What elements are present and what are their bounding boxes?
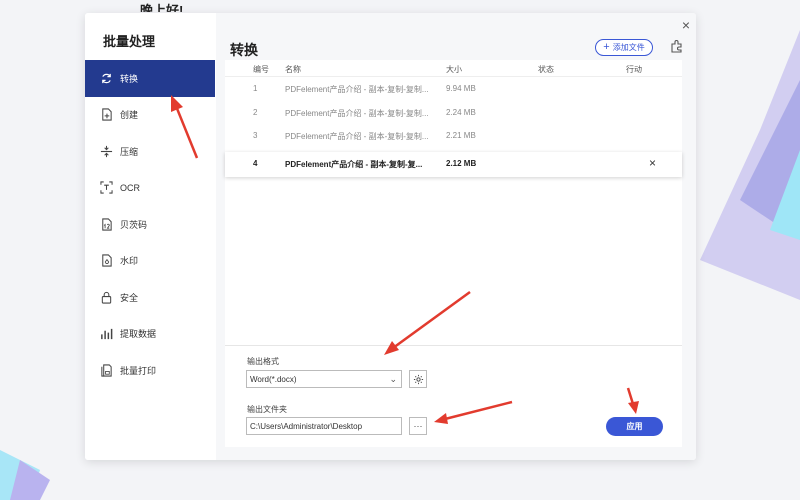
sidebar-item-label: 转换 (120, 73, 139, 84)
row-size: 9.94 MB (446, 84, 476, 93)
convert-icon (99, 71, 113, 85)
sidebar-item-compress[interactable]: 压缩 (85, 133, 215, 170)
row-index: 3 (253, 131, 258, 140)
sidebar-item-bates[interactable]: 贝茨码 (85, 206, 215, 243)
column-name: 名称 (285, 65, 301, 74)
sidebar-item-label: 提取数据 (120, 329, 157, 340)
sidebar-item-label: OCR (120, 182, 140, 193)
row-size: 2.21 MB (446, 131, 476, 140)
remove-file-icon[interactable]: × (649, 156, 656, 170)
sidebar-item-batch-print[interactable]: 批量打印 (85, 352, 215, 389)
sidebar-item-label: 创建 (120, 110, 139, 121)
column-size: 大小 (446, 65, 462, 74)
row-index: 2 (253, 107, 258, 117)
sidebar-item-watermark[interactable]: 水印 (85, 243, 215, 280)
create-icon (99, 108, 113, 122)
sidebar-item-extract-data[interactable]: 提取数据 (85, 316, 215, 353)
output-format-select[interactable]: Word(*.docx) ⌄ (246, 370, 402, 388)
table-row[interactable]: 1 PDFelement产品介绍 - 副本-复制-复制... 9.94 MB (225, 78, 682, 102)
compress-icon (99, 144, 113, 158)
main-panel: × 转换 + 添加文件 编号 名称 大小 状态 行动 1 PDFelement产… (216, 13, 696, 460)
column-status: 状态 (538, 65, 554, 74)
file-list-panel: 编号 名称 大小 状态 行动 1 PDFelement产品介绍 - 副本-复制-… (225, 60, 682, 447)
plus-icon: + (603, 41, 610, 53)
table-row-selected[interactable]: 4 PDFelement产品介绍 - 副本-复制-复... 2.12 MB × (225, 151, 682, 177)
print-icon (99, 363, 113, 377)
divider (225, 345, 682, 346)
format-settings-button[interactable] (409, 370, 427, 388)
page-title: 转换 (230, 42, 258, 58)
row-name: PDFelement产品介绍 - 副本-复制-复... (285, 159, 423, 169)
bates-icon (99, 217, 113, 231)
browse-folder-button[interactable]: ··· (409, 417, 427, 435)
plugin-icon[interactable] (670, 39, 684, 53)
row-index: 4 (253, 158, 258, 168)
row-index: 1 (253, 84, 258, 93)
file-rows: 1 PDFelement产品介绍 - 副本-复制-复制... 9.94 MB 2… (225, 78, 682, 177)
extract-data-icon (99, 327, 113, 341)
sidebar-item-convert[interactable]: 转换 (85, 60, 215, 97)
column-index: 编号 (253, 65, 269, 74)
apply-button[interactable]: 应用 (606, 417, 663, 436)
sidebar-item-label: 压缩 (120, 146, 139, 157)
greeting-text: 晚上好! (140, 3, 184, 12)
table-row[interactable]: 3 PDFelement产品介绍 - 副本-复制-复制... 2.21 MB (225, 125, 682, 149)
sidebar-item-label: 批量打印 (120, 365, 157, 376)
row-name: PDFelement产品介绍 - 副本-复制-复制... (285, 108, 429, 118)
output-format-value: Word(*.docx) (250, 374, 297, 384)
sidebar-item-label: 水印 (120, 256, 139, 267)
output-folder-label: 输出文件夹 (247, 405, 287, 414)
batch-process-dialog: 批量处理 转换 创建 压缩 OCR 贝茨码 水印 安全 提取数据 批量打印 × … (85, 13, 696, 460)
watermark-icon (99, 254, 113, 268)
sidebar-item-security[interactable]: 安全 (85, 279, 215, 316)
sidebar-item-create[interactable]: 创建 (85, 97, 215, 134)
sidebar-nav: 转换 创建 压缩 OCR 贝茨码 水印 安全 提取数据 批量打印 (85, 60, 215, 389)
chevron-down-icon: ⌄ (389, 374, 397, 384)
ocr-icon (99, 181, 113, 195)
output-format-label: 输出格式 (247, 357, 279, 366)
sidebar-item-ocr[interactable]: OCR (85, 170, 215, 207)
sidebar-title: 批量处理 (103, 34, 156, 49)
lock-icon (99, 290, 113, 304)
add-files-button[interactable]: + 添加文件 (595, 39, 653, 56)
row-name: PDFelement产品介绍 - 副本-复制-复制... (285, 132, 429, 141)
add-files-label: 添加文件 (612, 43, 645, 52)
column-action: 行动 (626, 65, 642, 74)
row-size: 2.24 MB (446, 107, 476, 117)
sidebar: 批量处理 转换 创建 压缩 OCR 贝茨码 水印 安全 提取数据 批量打印 (85, 13, 217, 460)
row-size: 2.12 MB (446, 158, 477, 168)
sidebar-item-label: 贝茨码 (120, 219, 148, 230)
row-name: PDFelement产品介绍 - 副本-复制-复制... (285, 85, 429, 94)
gear-icon (413, 374, 423, 384)
close-dialog-button[interactable]: × (682, 17, 690, 33)
table-header: 编号 名称 大小 状态 行动 (225, 60, 682, 77)
sidebar-item-label: 安全 (120, 292, 139, 303)
output-folder-input[interactable] (246, 417, 402, 435)
table-row[interactable]: 2 PDFelement产品介绍 - 副本-复制-复制... 2.24 MB (225, 102, 682, 126)
